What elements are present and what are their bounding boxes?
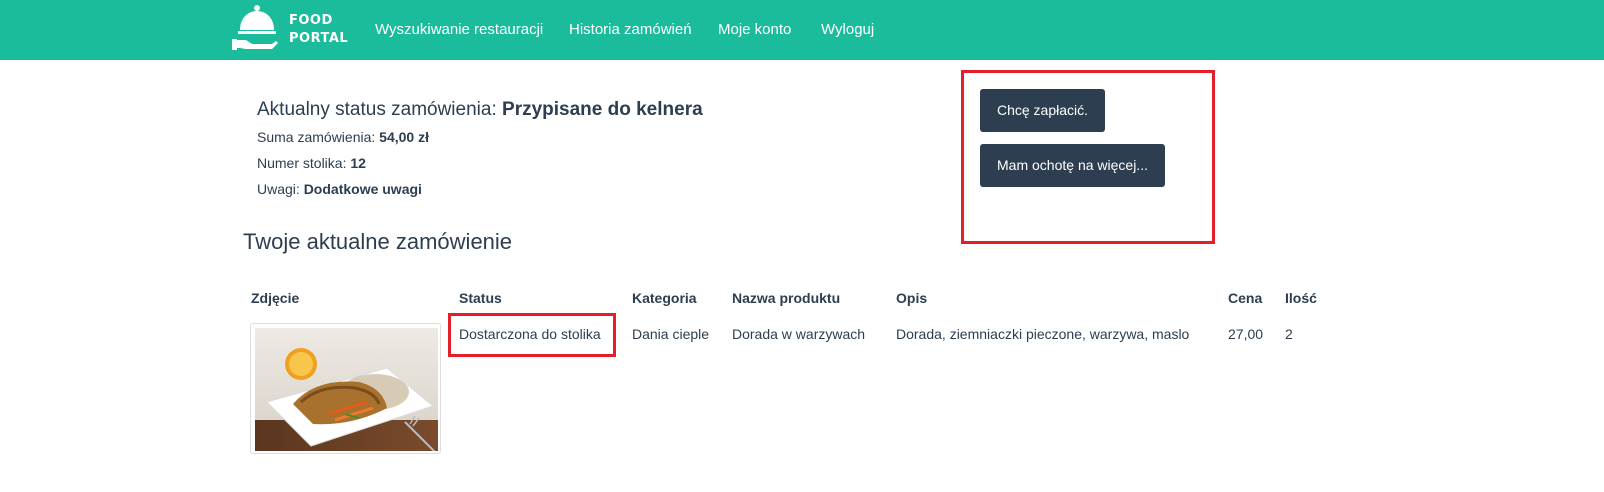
notes-label: Uwagi: bbox=[257, 181, 304, 197]
top-navbar: FOOD PORTAL Wyszukiwanie restauracji His… bbox=[0, 0, 1604, 60]
row-price: 27,00 bbox=[1228, 326, 1264, 342]
order-status-value: Przypisane do kelnera bbox=[502, 99, 703, 120]
row-category: Dania cieple bbox=[632, 326, 710, 342]
order-status-heading: Aktualny status zamówienia: Przypisane d… bbox=[257, 98, 703, 122]
brand-line-portal: PORTAL bbox=[289, 31, 349, 46]
brand-logo[interactable]: FOOD PORTAL bbox=[232, 4, 348, 54]
order-status-block: Aktualny status zamówienia: Przypisane d… bbox=[257, 98, 703, 202]
row-description: Dorada, ziemniaczki pieczone, warzywa, m… bbox=[896, 326, 1190, 342]
order-more-button[interactable]: Mam ochotę na więcej... bbox=[980, 144, 1165, 187]
nav-order-history[interactable]: Historia zamówień bbox=[569, 20, 692, 40]
nav-restaurant-search[interactable]: Wyszukiwanie restauracji bbox=[375, 20, 543, 40]
table-number-label: Numer stolika: bbox=[257, 155, 351, 171]
order-status-label: Aktualny status zamówienia: bbox=[257, 99, 503, 120]
food-cloche-icon bbox=[232, 5, 278, 50]
col-header-price: Cena bbox=[1228, 290, 1263, 306]
col-header-quantity: Ilość bbox=[1285, 290, 1317, 306]
col-header-status: Status bbox=[459, 290, 502, 306]
dish-photo bbox=[250, 323, 441, 454]
order-sum-line: Suma zamówienia: 54,00 zł bbox=[257, 124, 703, 150]
col-header-category: Kategoria bbox=[632, 290, 697, 306]
col-header-photo: Zdjęcie bbox=[251, 290, 300, 306]
order-sum-label: Suma zamówienia: bbox=[257, 129, 380, 145]
row-quantity: 2 bbox=[1285, 326, 1293, 342]
current-order-title: Twoje aktualne zamówienie bbox=[243, 229, 513, 254]
order-sum-value: 54,00 zł bbox=[379, 129, 429, 145]
nav-logout[interactable]: Wyloguj bbox=[821, 20, 874, 40]
row-product-name: Dorada w warzywach bbox=[732, 326, 866, 342]
brand-line-food: FOOD bbox=[289, 13, 333, 28]
col-header-product-name: Nazwa produktu bbox=[732, 290, 841, 306]
brand-name: FOOD PORTAL bbox=[289, 12, 348, 48]
row-status: Dostarczona do stolika bbox=[459, 326, 601, 342]
nav-my-account[interactable]: Moje konto bbox=[718, 20, 791, 40]
notes-line: Uwagi: Dodatkowe uwagi bbox=[257, 176, 703, 202]
col-header-description: Opis bbox=[896, 290, 928, 306]
notes-value: Dodatkowe uwagi bbox=[303, 181, 422, 197]
pay-button[interactable]: Chcę zapłacić. bbox=[980, 89, 1105, 132]
table-number-line: Numer stolika: 12 bbox=[257, 150, 703, 176]
table-number-value: 12 bbox=[350, 155, 366, 171]
dish-photo-illustration bbox=[255, 328, 438, 451]
